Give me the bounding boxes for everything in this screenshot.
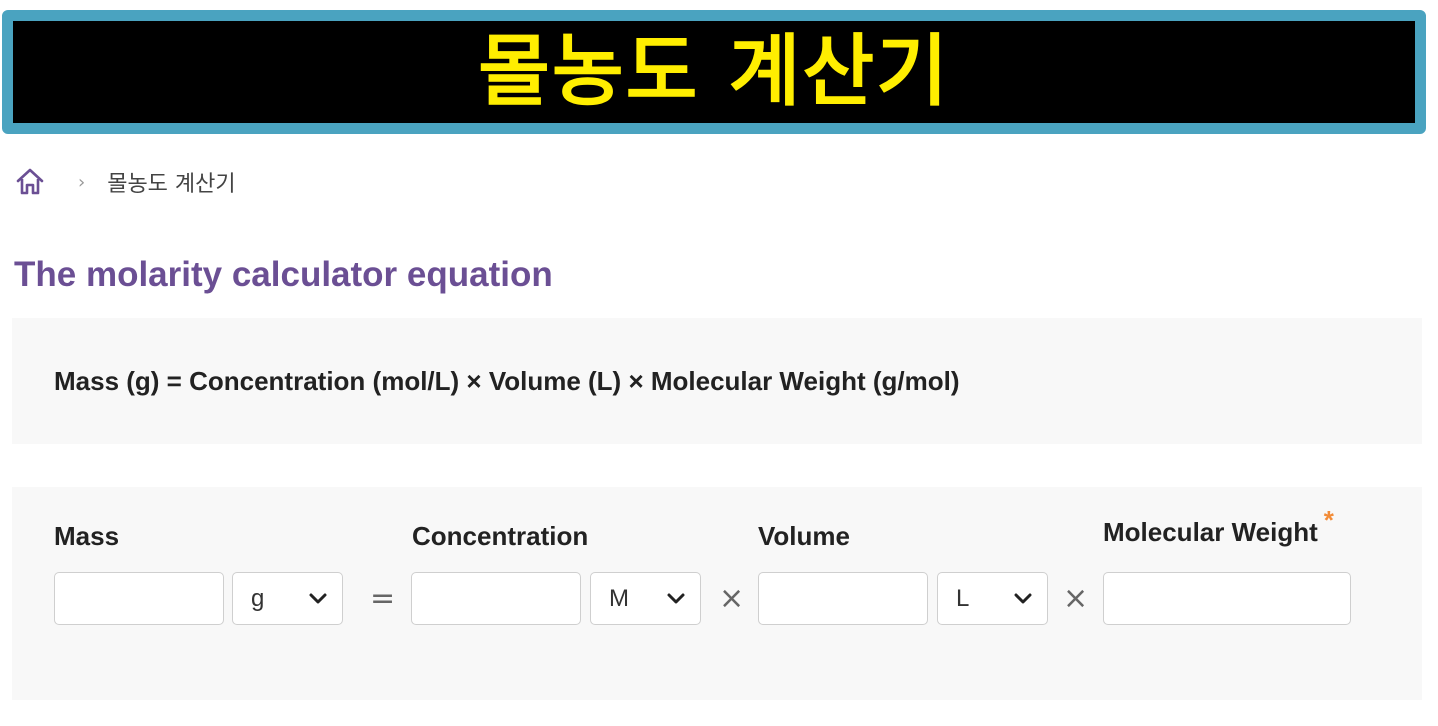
multiply-operator: × [719,581,745,616]
mass-label: Mass [54,521,120,551]
equation-box: Mass (g) = Concentration (mol/L) × Volum… [12,318,1422,444]
concentration-input[interactable] [411,572,581,625]
mass-unit-select[interactable]: g [232,572,343,625]
chevron-down-icon [309,593,327,604]
section-title: The molarity calculator equation [14,255,553,294]
concentration-unit-select[interactable]: M [590,572,701,625]
equals-operator: = [370,581,396,616]
volume-unit-select[interactable]: L [937,572,1048,625]
molecular-weight-input[interactable] [1103,572,1351,625]
molecular-weight-label-text: Molecular Weight [1103,517,1318,547]
chevron-down-icon [1014,593,1032,604]
mass-input[interactable] [54,572,224,625]
volume-label: Volume [758,521,850,551]
required-indicator: * [1323,505,1334,535]
equation-text: Mass (g) = Concentration (mol/L) × Volum… [54,366,960,396]
chevron-down-icon [667,593,685,604]
concentration-label: Concentration [412,521,589,551]
volume-input[interactable] [758,572,928,625]
banner-title: 몰농도 계산기 [478,27,950,117]
home-icon[interactable] [14,166,46,198]
breadcrumb: › 몰농도 계산기 [14,165,236,199]
mass-unit-value: g [251,584,265,612]
breadcrumb-current: 몰농도 계산기 [107,172,236,197]
banner: 몰농도 계산기 [2,10,1426,134]
calculator-form: Mass Concentration Volume Molecular Weig… [12,487,1422,700]
multiply-operator: × [1063,581,1089,616]
breadcrumb-separator: › [78,171,86,193]
volume-unit-value: L [956,584,970,612]
concentration-unit-value: M [609,584,629,612]
molecular-weight-label: Molecular Weight * [1103,505,1334,548]
